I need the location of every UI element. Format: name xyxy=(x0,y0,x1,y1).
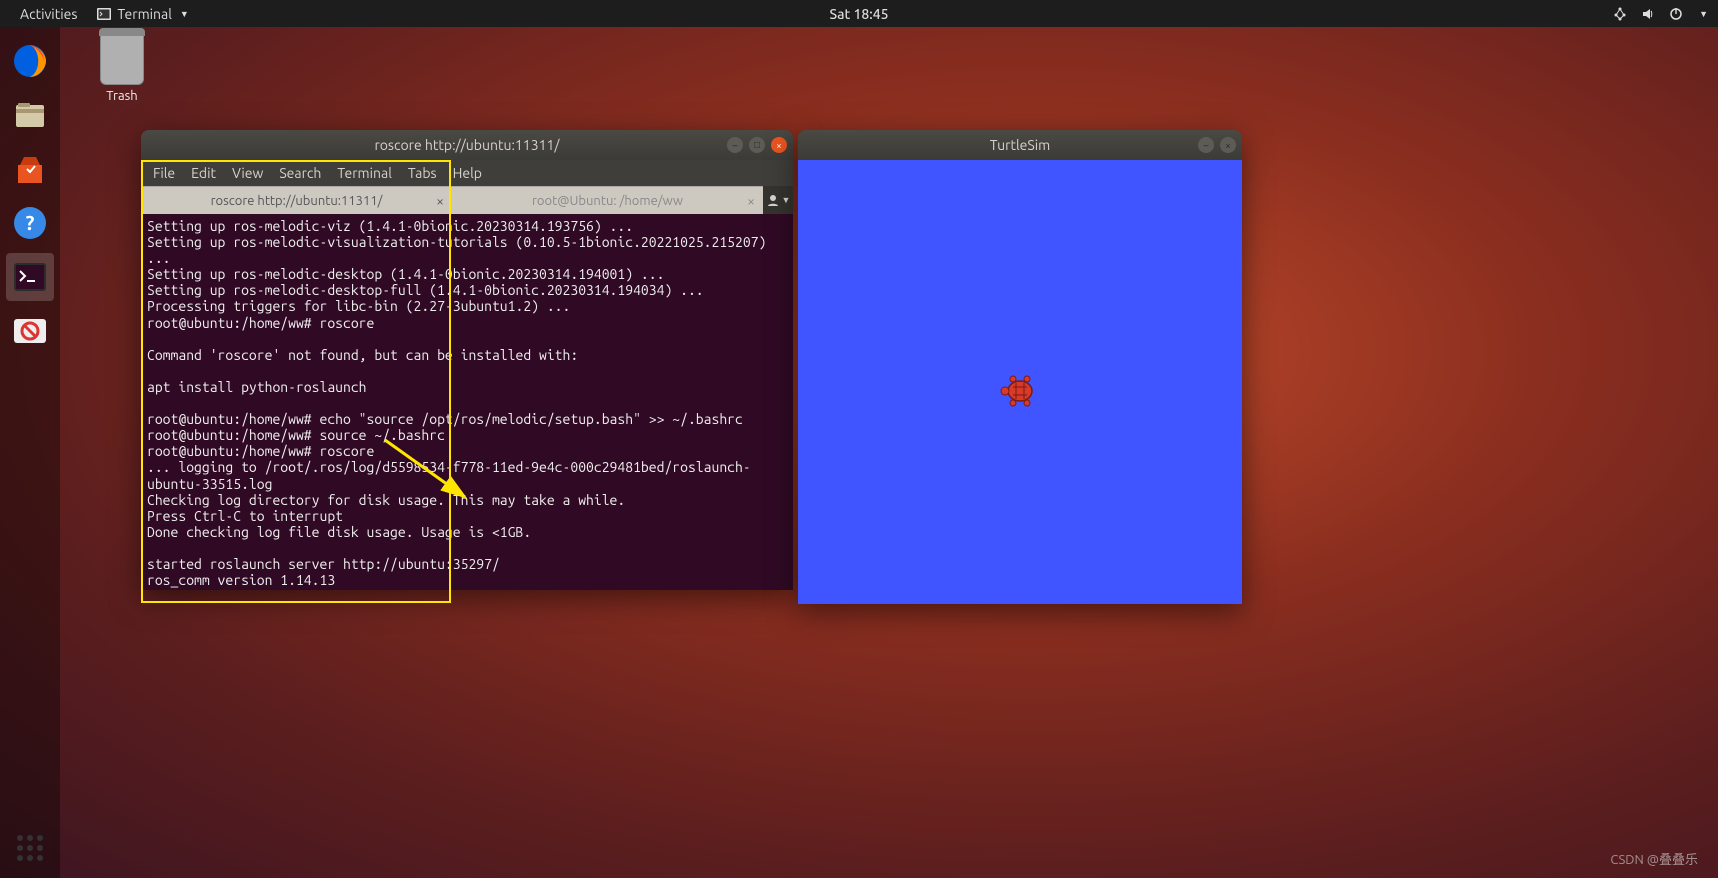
dock-firefox[interactable] xyxy=(6,37,54,85)
chevron-down-icon: ▼ xyxy=(782,195,791,205)
menu-tabs[interactable]: Tabs xyxy=(408,165,437,181)
close-button[interactable]: × xyxy=(1220,137,1236,153)
terminal-output[interactable]: Setting up ros-melodic-viz (1.4.1-0bioni… xyxy=(141,214,793,590)
dock-software[interactable] xyxy=(6,145,54,193)
terminal-tabbar: roscore http://ubuntu:11311/ × root@Ubun… xyxy=(141,186,793,214)
menu-search[interactable]: Search xyxy=(279,165,321,181)
trash-label: Trash xyxy=(100,89,144,103)
dock-help[interactable]: ? xyxy=(6,199,54,247)
terminal-tab-active[interactable]: roscore http://ubuntu:11311/ × xyxy=(141,186,452,214)
app-menu-label: Terminal xyxy=(117,6,172,22)
dock-terminal[interactable] xyxy=(6,253,54,301)
dock-blocked-app[interactable] xyxy=(6,307,54,355)
top-panel: Activities Terminal ▼ Sat 18:45 ▼ xyxy=(0,0,1718,27)
close-button[interactable]: × xyxy=(771,137,787,153)
minimize-button[interactable]: – xyxy=(1198,137,1214,153)
power-icon[interactable] xyxy=(1669,7,1683,21)
network-icon[interactable] xyxy=(1613,7,1627,21)
desktop-trash[interactable]: Trash xyxy=(100,35,144,103)
tab-label: root@Ubuntu: /home/ww xyxy=(532,194,683,208)
menu-terminal[interactable]: Terminal xyxy=(337,165,392,181)
turtlesim-window: TurtleSim – × xyxy=(798,130,1242,604)
terminal-window: roscore http://ubuntu:11311/ – □ × File … xyxy=(141,130,793,590)
person-icon xyxy=(766,193,780,207)
terminal-tab-inactive[interactable]: root@Ubuntu: /home/ww × xyxy=(452,186,763,214)
dock: ? xyxy=(0,27,60,878)
terminal-title: roscore http://ubuntu:11311/ xyxy=(374,137,559,153)
show-applications-button[interactable] xyxy=(10,828,50,868)
turtlesim-title: TurtleSim xyxy=(990,137,1050,153)
terminal-titlebar[interactable]: roscore http://ubuntu:11311/ – □ × xyxy=(141,130,793,160)
app-menu[interactable]: Terminal ▼ xyxy=(87,6,198,22)
turtle-icon xyxy=(999,373,1041,409)
terminal-icon xyxy=(97,8,111,20)
tab-close-icon[interactable]: × xyxy=(747,193,755,209)
system-tray[interactable]: ▼ xyxy=(1613,7,1708,21)
dock-files[interactable] xyxy=(6,91,54,139)
menu-help[interactable]: Help xyxy=(453,165,482,181)
new-tab-button[interactable]: ▼ xyxy=(763,186,793,214)
watermark: CSDN @叠叠乐 xyxy=(1610,849,1698,868)
tab-close-icon[interactable]: × xyxy=(436,193,444,209)
trash-icon xyxy=(100,35,144,85)
minimize-button[interactable]: – xyxy=(727,137,743,153)
maximize-button[interactable]: □ xyxy=(749,137,765,153)
clock[interactable]: Sat 18:45 xyxy=(829,6,888,22)
menu-edit[interactable]: Edit xyxy=(191,165,216,181)
activities-button[interactable]: Activities xyxy=(10,6,87,22)
turtlesim-titlebar[interactable]: TurtleSim – × xyxy=(798,130,1242,160)
svg-text:?: ? xyxy=(26,211,35,234)
menu-file[interactable]: File xyxy=(153,165,175,181)
chevron-down-icon: ▼ xyxy=(1699,9,1708,19)
volume-icon[interactable] xyxy=(1641,7,1655,21)
terminal-menubar: File Edit View Search Terminal Tabs Help xyxy=(141,160,793,186)
chevron-down-icon: ▼ xyxy=(180,9,189,19)
tab-label: roscore http://ubuntu:11311/ xyxy=(211,194,383,208)
menu-view[interactable]: View xyxy=(232,165,263,181)
turtlesim-canvas[interactable] xyxy=(798,160,1242,604)
